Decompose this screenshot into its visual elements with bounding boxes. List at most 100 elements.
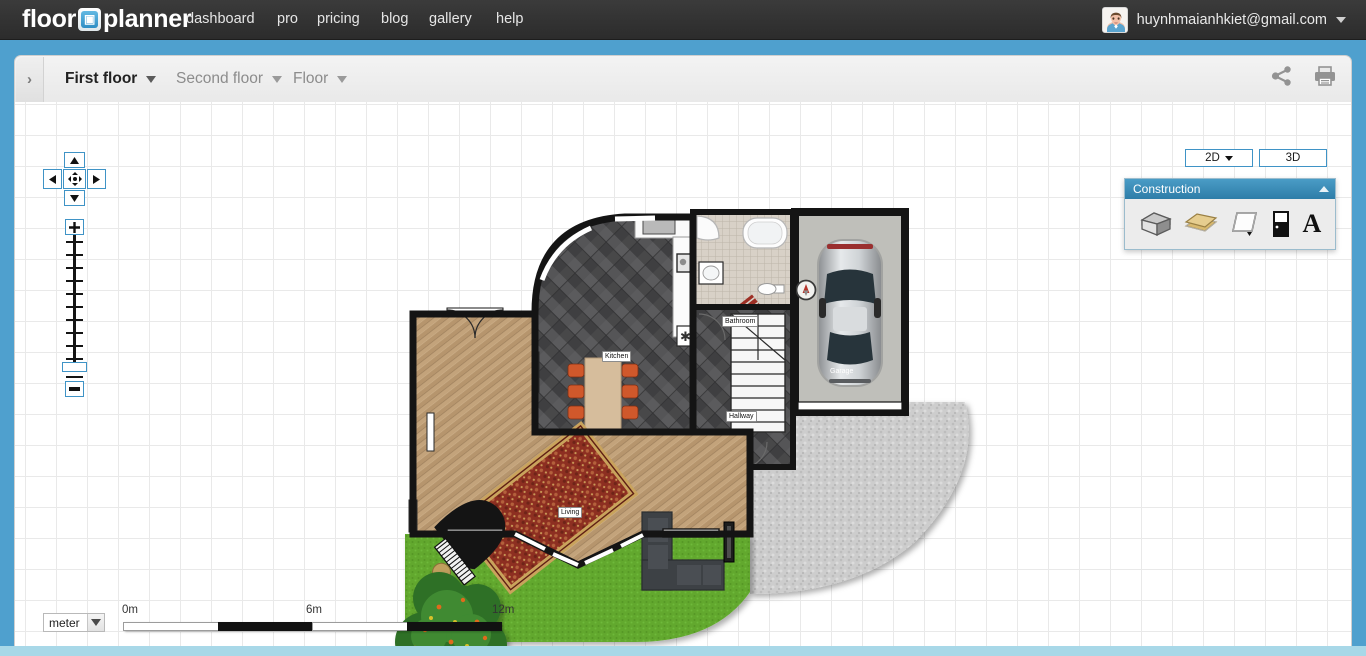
pan-right-button[interactable] xyxy=(87,169,106,189)
brand-text-left: floor xyxy=(22,5,77,33)
zoom-out-button[interactable] xyxy=(65,381,84,397)
driveway-area xyxy=(750,402,969,594)
floor-tab-first-floor[interactable]: First floor xyxy=(65,70,157,88)
nav-link-pro[interactable]: pro xyxy=(277,11,298,27)
pan-left-button[interactable] xyxy=(43,169,62,189)
svg-text:✱: ✱ xyxy=(680,329,691,344)
nav-link-pricing[interactable]: pricing xyxy=(317,11,360,27)
account-menu[interactable]: huynhmaianhkiet@gmail.com xyxy=(1101,0,1346,40)
ruler-segment xyxy=(312,622,408,631)
room-label-kitchen: Kitchen xyxy=(602,351,632,362)
pan-up-button[interactable] xyxy=(64,152,85,168)
unit-label: meter xyxy=(49,615,80,630)
construction-tool-list: A xyxy=(1125,199,1335,249)
unit-select[interactable]: meter xyxy=(43,613,105,632)
floorplan-canvas[interactable]: ✱ Kitchen Bathroom Hallway Garage Living… xyxy=(14,102,1352,646)
zoom-tick xyxy=(66,358,83,360)
zoom-tick xyxy=(66,267,83,269)
editor-toolbar: › First floor Second floor Floor xyxy=(14,55,1352,102)
chevron-down-icon[interactable] xyxy=(337,75,348,83)
scale-tick-0m: 0m xyxy=(122,604,138,616)
construction-panel-title: Construction xyxy=(1133,182,1201,196)
chevron-right-icon[interactable]: › xyxy=(16,57,44,102)
dining-table-object xyxy=(567,357,639,431)
view-mode-2d-button[interactable]: 2D xyxy=(1185,149,1253,167)
app-frame: › First floor Second floor Floor ✱ Kitch… xyxy=(0,40,1366,656)
room-label-living: Living xyxy=(558,507,583,518)
construction-panel-header[interactable]: Construction xyxy=(1125,179,1335,199)
scale-ruler xyxy=(123,622,502,631)
bathtub-object xyxy=(742,217,788,249)
zoom-tick xyxy=(66,319,83,321)
garage-room xyxy=(791,208,909,416)
nav-link-dashboard[interactable]: dashboard xyxy=(186,11,255,27)
zoom-tick xyxy=(66,306,83,308)
chevron-up-icon[interactable] xyxy=(1319,186,1329,192)
surface-icon[interactable] xyxy=(1230,210,1260,238)
zoom-tick xyxy=(66,254,83,256)
brand-logo[interactable]: floor ▣ planner xyxy=(22,5,192,34)
scale-tick-6m: 6m xyxy=(306,604,322,616)
floor-tab-label: First floor xyxy=(65,70,138,87)
nav-link-help[interactable]: help xyxy=(496,11,523,27)
wall-icon[interactable] xyxy=(1139,211,1173,237)
nav-link-gallery[interactable]: gallery xyxy=(429,11,472,27)
share-icon[interactable] xyxy=(1271,65,1293,92)
area-icon[interactable] xyxy=(1184,211,1218,237)
living-room xyxy=(408,307,754,595)
chevron-down-icon[interactable] xyxy=(272,75,283,83)
frame-bottom-strip xyxy=(0,646,1366,656)
nav-link-blog[interactable]: blog xyxy=(381,11,408,27)
hallway-room xyxy=(690,304,796,470)
toolbar-actions xyxy=(1271,65,1337,92)
chevron-down-icon[interactable] xyxy=(87,614,104,631)
chevron-down-icon[interactable] xyxy=(1224,155,1233,161)
grand-piano-object xyxy=(431,500,506,586)
scale-bar: meter 0m 6m 12m xyxy=(29,600,514,640)
scale-tick-12m: 12m xyxy=(492,604,515,616)
floor-tab-add-floor[interactable]: Floor xyxy=(293,70,348,88)
user-avatar-icon xyxy=(1101,7,1128,33)
pan-down-button[interactable] xyxy=(64,190,85,206)
toilet-object xyxy=(757,283,785,295)
door-icon[interactable] xyxy=(1271,210,1291,238)
print-icon[interactable] xyxy=(1313,65,1337,92)
floor-tab-label: Floor xyxy=(293,70,329,87)
top-navigation-bar: floor ▣ planner dashboard pro pricing blog… xyxy=(0,0,1366,40)
corner-sink-object xyxy=(696,215,720,241)
ruler-segment xyxy=(123,622,219,631)
area-rug-object xyxy=(452,420,639,595)
move-icon[interactable] xyxy=(63,169,86,189)
text-a-icon[interactable]: A xyxy=(1302,211,1321,237)
floor-tab-second-floor[interactable]: Second floor xyxy=(176,70,283,88)
double-door-object xyxy=(446,307,504,339)
chevron-down-icon[interactable] xyxy=(146,75,157,83)
room-label-hallway: Hallway xyxy=(726,411,757,422)
zoom-tick xyxy=(66,376,83,378)
room-label-bathroom: Bathroom xyxy=(722,316,759,327)
zoom-tick xyxy=(66,241,83,243)
zoom-tick xyxy=(66,332,83,334)
zoom-slider-handle[interactable] xyxy=(62,362,87,372)
ruler-segment xyxy=(217,622,313,631)
bathroom-room xyxy=(690,209,796,355)
floor-tab-label: Second floor xyxy=(176,70,264,87)
sectional-sofa-object xyxy=(641,511,725,591)
logo-glyph: ▣ xyxy=(84,12,96,26)
zoom-tick xyxy=(66,280,83,282)
view-mode-3d-button[interactable]: 3D xyxy=(1259,149,1327,167)
radiator-object xyxy=(554,432,628,443)
view-mode-3d-label: 3D xyxy=(1285,152,1301,164)
text-a-glyph: A xyxy=(1302,209,1322,238)
zoom-in-button[interactable] xyxy=(65,219,84,235)
compass-north-icon xyxy=(795,279,817,301)
construction-panel: Construction A xyxy=(1124,178,1336,250)
zoom-tick xyxy=(66,293,83,295)
floorplanner-logo-icon: ▣ xyxy=(78,8,102,31)
view-mode-toggle: 2D 3D xyxy=(1185,149,1327,167)
room-label-garage: Garage xyxy=(830,368,854,375)
zoom-tick xyxy=(66,345,83,347)
view-mode-2d-label: 2D xyxy=(1205,152,1220,164)
brand-text-right: planner xyxy=(103,5,192,33)
car-object xyxy=(817,239,883,387)
